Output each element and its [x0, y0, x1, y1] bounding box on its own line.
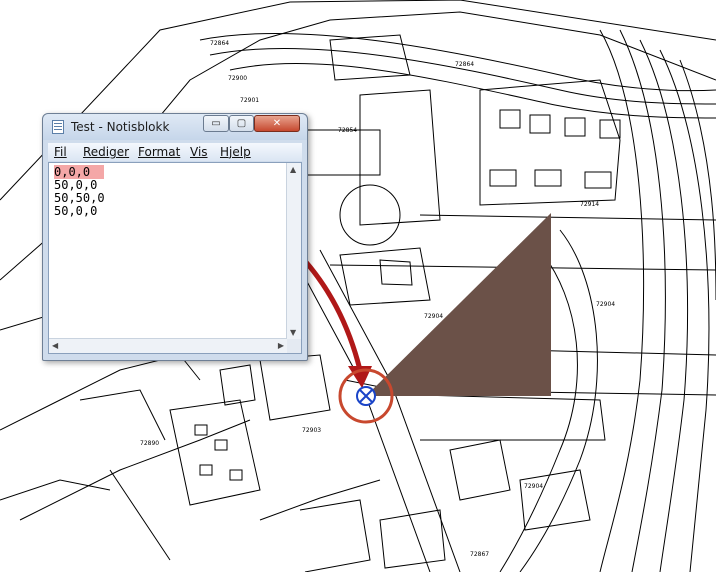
- menu-fil[interactable]: Fil: [54, 145, 67, 159]
- notepad-app-icon: [52, 120, 64, 134]
- chevron-up-icon[interactable]: ▲: [290, 165, 296, 174]
- chevron-down-icon[interactable]: ▼: [290, 328, 296, 337]
- notepad-window[interactable]: Test - Notisblokk ▭ ▢ ✕ Fil Rediger Form…: [42, 113, 308, 361]
- chevron-right-icon[interactable]: ▶: [278, 341, 284, 350]
- maximize-button[interactable]: ▢: [229, 115, 254, 132]
- window-title: Test - Notisblokk: [71, 120, 170, 134]
- minimize-button[interactable]: ▭: [203, 115, 229, 132]
- chevron-left-icon[interactable]: ◀: [52, 341, 58, 350]
- horizontal-scrollbar[interactable]: ◀ ▶: [49, 338, 287, 353]
- editor-line: 50,0,0: [54, 204, 98, 218]
- text-editor[interactable]: 0,0,0 50,0,0 50,50,0 50,0,0 ▲ ▼ ◀ ▶: [48, 162, 302, 354]
- selected-text: 0,0,0: [54, 165, 105, 179]
- menu-hjelp[interactable]: Hjelp: [220, 145, 251, 159]
- close-button[interactable]: ✕: [254, 115, 300, 132]
- vertical-scrollbar[interactable]: ▲ ▼: [286, 163, 301, 339]
- menu-format[interactable]: Format: [138, 145, 180, 159]
- resize-grip[interactable]: [287, 339, 301, 353]
- window-titlebar[interactable]: Test - Notisblokk ▭ ▢ ✕: [43, 114, 307, 140]
- menu-vis[interactable]: Vis: [190, 145, 208, 159]
- menu-rediger[interactable]: Rediger: [83, 145, 129, 159]
- menu-bar: Fil Rediger Format Vis Hjelp: [48, 143, 302, 161]
